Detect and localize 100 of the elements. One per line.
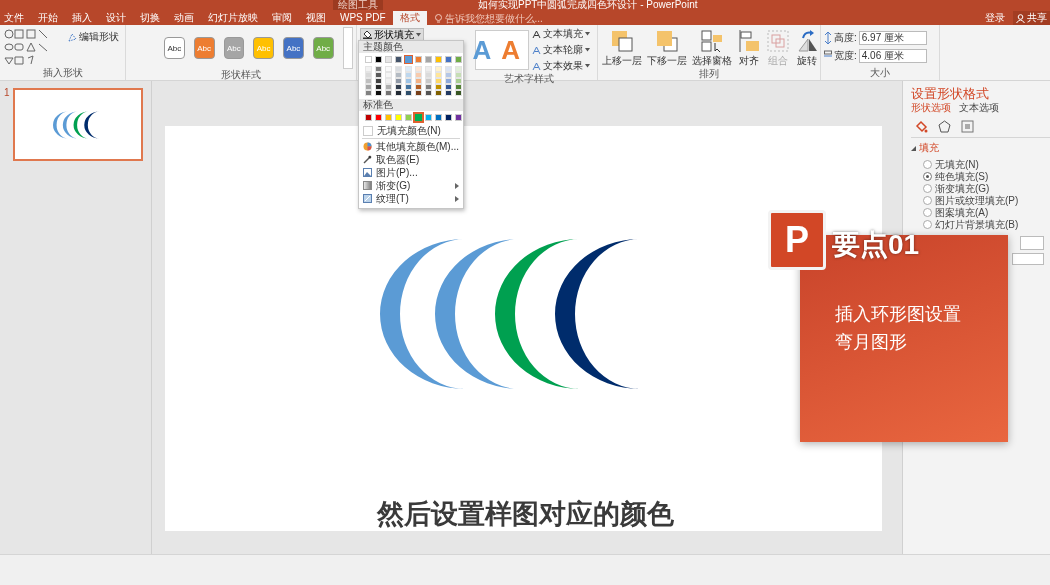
menu-item[interactable]: 渐变(G) <box>359 179 463 192</box>
color-swatch[interactable] <box>365 84 372 90</box>
color-swatch[interactable] <box>445 90 452 96</box>
fill-option[interactable]: 图案填充(A) <box>923 207 1050 218</box>
color-swatch[interactable] <box>415 90 422 96</box>
arrange-align-button[interactable]: 对齐 <box>736 29 762 68</box>
text-fill-button[interactable]: 文本填充 <box>532 27 590 41</box>
color-swatch[interactable] <box>445 114 452 121</box>
color-swatch[interactable] <box>395 72 402 78</box>
gallery-scroll-control[interactable] <box>342 27 354 69</box>
ribbon-tab[interactable]: WPS PDF <box>333 11 393 25</box>
color-swatch[interactable] <box>425 66 432 72</box>
color-swatch[interactable] <box>365 56 372 63</box>
fill-option[interactable]: 无填充(N) <box>923 159 1050 170</box>
color-swatch[interactable] <box>415 72 422 78</box>
arrange-pane-button[interactable]: 选择窗格 <box>691 29 733 68</box>
ribbon-tab[interactable]: 切换 <box>133 11 167 25</box>
radio-button[interactable] <box>923 184 932 193</box>
fill-option[interactable]: 渐变填充(G) <box>923 183 1050 194</box>
fill-color-button[interactable] <box>1020 236 1044 250</box>
color-swatch[interactable] <box>385 84 392 90</box>
color-swatch[interactable] <box>405 66 412 72</box>
arrange-forward-button[interactable]: 上移一层 <box>601 29 643 68</box>
fill-option[interactable]: 幻灯片背景填充(B) <box>923 219 1050 230</box>
text-effects-button[interactable]: 文本效果 <box>532 59 590 73</box>
ribbon-tab[interactable]: 设计 <box>99 11 133 25</box>
color-swatch[interactable] <box>435 72 442 78</box>
color-swatch[interactable] <box>435 66 442 72</box>
menu-item[interactable]: 图片(P)... <box>359 166 463 179</box>
color-swatch[interactable] <box>445 84 452 90</box>
color-swatch[interactable] <box>365 90 372 96</box>
color-swatch[interactable] <box>395 90 402 96</box>
color-swatch[interactable] <box>395 114 402 121</box>
color-swatch[interactable] <box>375 56 382 63</box>
color-swatch[interactable] <box>435 90 442 96</box>
color-swatch[interactable] <box>375 66 382 72</box>
color-swatch[interactable] <box>425 78 432 84</box>
color-swatch[interactable] <box>415 84 422 90</box>
color-swatch[interactable] <box>375 72 382 78</box>
tell-me-field[interactable]: 告诉我您想要做什么... <box>434 11 555 25</box>
color-swatch[interactable] <box>445 66 452 72</box>
color-swatch[interactable] <box>415 66 422 72</box>
color-swatch[interactable] <box>365 114 372 121</box>
color-swatch[interactable] <box>425 84 432 90</box>
color-swatch[interactable] <box>365 72 372 78</box>
color-swatch[interactable] <box>455 66 462 72</box>
color-swatch[interactable] <box>405 72 412 78</box>
color-swatch[interactable] <box>435 78 442 84</box>
color-swatch[interactable] <box>405 114 412 121</box>
color-swatch[interactable] <box>395 78 402 84</box>
color-swatch[interactable] <box>405 84 412 90</box>
shape-style-option[interactable]: Abc <box>283 37 304 59</box>
color-swatch[interactable] <box>455 78 462 84</box>
menu-item[interactable]: 其他填充颜色(M)... <box>359 140 463 153</box>
color-swatch[interactable] <box>375 90 382 96</box>
color-swatch[interactable] <box>405 56 412 63</box>
ribbon-tab[interactable]: 动画 <box>167 11 201 25</box>
ribbon-tab[interactable]: 文件 <box>0 11 31 25</box>
color-swatch[interactable] <box>385 56 392 63</box>
color-swatch[interactable] <box>445 78 452 84</box>
radio-button[interactable] <box>923 160 932 169</box>
radio-button[interactable] <box>923 208 932 217</box>
ribbon-tab[interactable]: 审阅 <box>265 11 299 25</box>
transparency-field[interactable] <box>1012 253 1044 265</box>
ribbon-tab[interactable]: 幻灯片放映 <box>201 11 265 25</box>
color-swatch[interactable] <box>375 78 382 84</box>
share-button[interactable]: 共享 <box>1013 11 1050 25</box>
color-swatch[interactable] <box>445 72 452 78</box>
color-swatch[interactable] <box>375 84 382 90</box>
shape-style-option[interactable]: Abc <box>164 37 185 59</box>
size-properties-icon[interactable] <box>961 120 974 133</box>
color-swatch[interactable] <box>385 90 392 96</box>
color-swatch[interactable] <box>455 72 462 78</box>
color-swatch[interactable] <box>395 56 402 63</box>
color-swatch[interactable] <box>455 84 462 90</box>
pentagon-icon[interactable] <box>938 120 951 133</box>
menu-item[interactable]: 取色器(E) <box>359 153 463 166</box>
color-swatch[interactable] <box>435 56 442 63</box>
color-swatch[interactable] <box>405 78 412 84</box>
color-swatch[interactable] <box>455 114 462 121</box>
menu-item[interactable]: 纹理(T) <box>359 192 463 205</box>
color-swatch[interactable] <box>455 90 462 96</box>
color-swatch[interactable] <box>375 114 382 121</box>
edit-shape-button[interactable]: 编辑形状 <box>68 30 119 44</box>
text-outline-button[interactable]: 文本轮廓 <box>532 43 590 57</box>
color-swatch[interactable] <box>435 84 442 90</box>
ribbon-tab[interactable]: 格式 <box>392 11 427 25</box>
color-swatch[interactable] <box>395 84 402 90</box>
color-swatch[interactable] <box>415 78 422 84</box>
color-swatch[interactable] <box>365 78 372 84</box>
fill-option[interactable]: 纯色填充(S) <box>923 171 1050 182</box>
arrange-backward-button[interactable]: 下移一层 <box>646 29 688 68</box>
color-swatch[interactable] <box>425 114 432 121</box>
color-swatch[interactable] <box>385 78 392 84</box>
color-swatch[interactable] <box>425 56 432 63</box>
color-swatch[interactable] <box>425 90 432 96</box>
menu-item[interactable]: 无填充颜色(N) <box>359 124 463 137</box>
fill-line-icon[interactable] <box>915 120 928 133</box>
color-swatch[interactable] <box>405 90 412 96</box>
pane-tab[interactable]: 文本选项 <box>959 101 999 115</box>
